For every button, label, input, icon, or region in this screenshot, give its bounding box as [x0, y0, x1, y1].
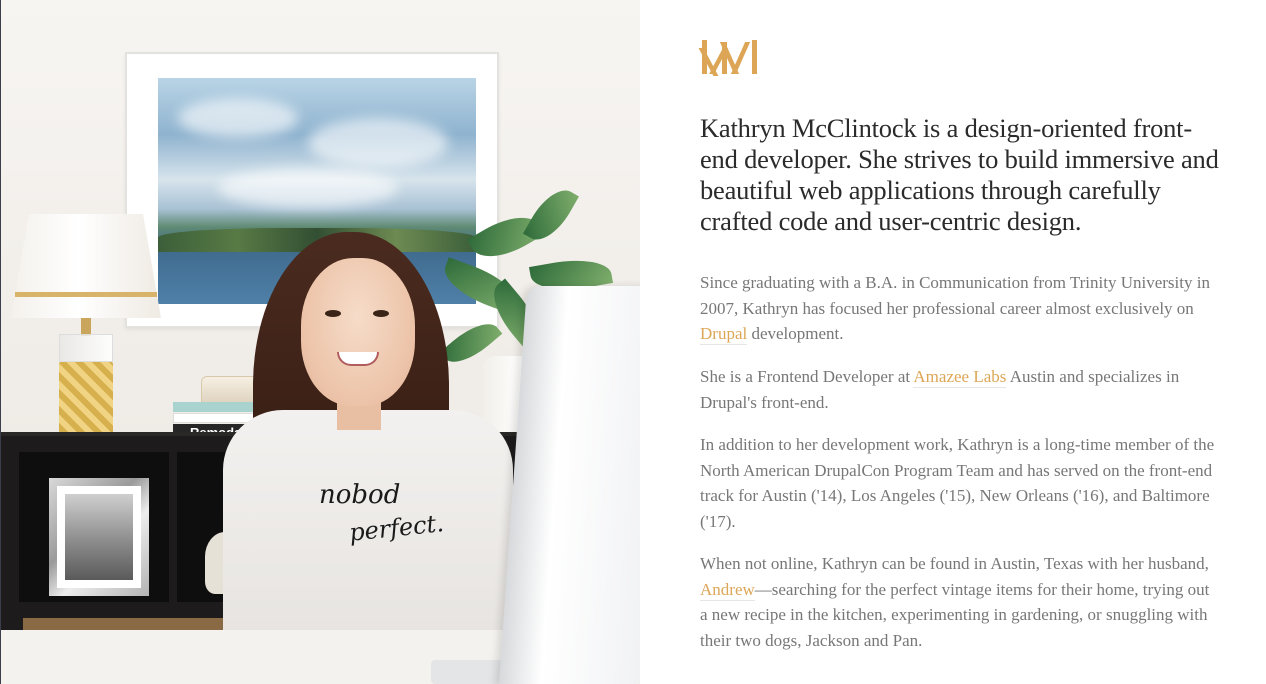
bio-paragraph-text: Since graduating with a B.A. in Communic…: [700, 273, 1210, 318]
km-logo[interactable]: [698, 40, 760, 76]
drupal-link[interactable]: Drupal: [700, 324, 748, 345]
bio-paragraph-drupalcon: In addition to her development work, Kat…: [700, 435, 1215, 531]
bio-paragraph-text: When not online, Kathryn can be found in…: [700, 554, 1209, 573]
bio-paragraph-personal: When not online, Kathryn can be found in…: [700, 551, 1220, 653]
photo-person-face: [301, 258, 415, 406]
bio-paragraph-text: She is a Frontend Developer at: [700, 367, 914, 386]
bio-paragraph-work: She is a Frontend Developer at Amazee La…: [700, 364, 1220, 415]
photo-lamp-glass: [59, 334, 113, 362]
photo-shirt-text-line-1: nobod: [319, 480, 401, 510]
photo-person-shirt: nobod perfect.: [223, 410, 513, 650]
photo-shirt-text-line-2: perfect.: [347, 509, 446, 547]
photo-person-eye: [325, 310, 341, 317]
bio-paragraph-text: development.: [747, 324, 844, 343]
photo-lamp-shade: [11, 214, 161, 318]
photo-lamp-stripe: [15, 292, 157, 297]
bio-paragraph-text: —searching for the perfect vintage items…: [700, 579, 1210, 650]
andrew-link[interactable]: Andrew: [700, 579, 755, 601]
photo-person-eye: [373, 310, 389, 317]
photo-picture-frame: [49, 478, 149, 596]
photo-person-smile: [337, 352, 379, 366]
intro-statement: Kathryn McClintock is a design-oriented …: [700, 113, 1219, 236]
bio-paragraph-education: Since graduating with a B.A. in Communic…: [700, 270, 1220, 347]
portrait-photo: Remodel nobod perfect.: [0, 0, 640, 684]
amazee-labs-link[interactable]: Amazee Labs: [913, 367, 1007, 388]
about-page: Remodel nobod perfect.: [0, 0, 1266, 684]
